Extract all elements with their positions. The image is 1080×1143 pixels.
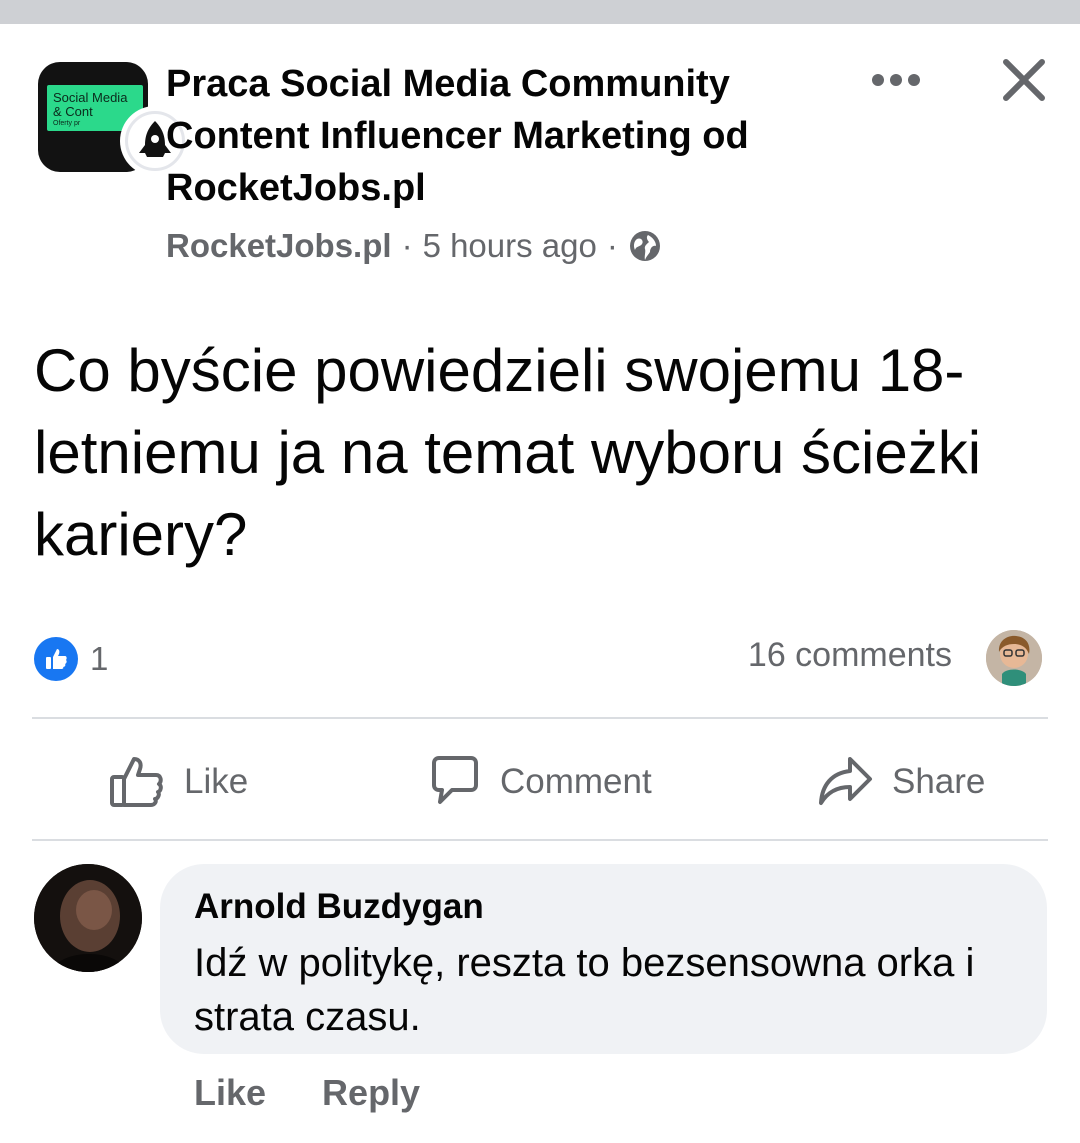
- comment-author-avatar[interactable]: [34, 864, 142, 972]
- like-reaction-icon: [34, 637, 78, 681]
- divider-bottom: [32, 839, 1048, 841]
- post-actions: Like Comment Share: [0, 742, 1080, 822]
- thumbs-up-icon: [110, 757, 163, 807]
- comment-bubble: Arnold Buzdygan Idź w politykę, reszta t…: [160, 864, 1047, 1054]
- reaction-count: 1: [90, 640, 109, 677]
- comment-like-link[interactable]: Like: [194, 1072, 266, 1114]
- speech-bubble-icon: [432, 756, 478, 804]
- comment-author[interactable]: Arnold Buzdygan: [194, 884, 1013, 930]
- avatar-card-line1: Social Media: [53, 90, 128, 105]
- share-label: Share: [892, 762, 986, 801]
- post-meta: RocketJobs.pl · 5 hours ago ·: [166, 224, 662, 268]
- globe-icon: [628, 229, 662, 263]
- more-options-icon[interactable]: [870, 70, 922, 90]
- top-status-strip: [0, 0, 1080, 24]
- divider-top: [32, 717, 1048, 719]
- comment-reply-link[interactable]: Reply: [322, 1072, 420, 1114]
- comment-actions: Like Reply: [194, 1072, 476, 1114]
- comments-count[interactable]: 16 comments: [748, 636, 952, 675]
- share-arrow-icon: [819, 757, 872, 805]
- like-label: Like: [184, 762, 249, 801]
- post-author[interactable]: RocketJobs.pl: [166, 227, 392, 265]
- reactions-summary[interactable]: 1: [34, 634, 108, 684]
- commenter-avatar: [986, 630, 1042, 686]
- group-title[interactable]: Praca Social Media Community Content Inf…: [166, 58, 846, 214]
- comment-button[interactable]: Comment: [428, 742, 652, 822]
- post-time[interactable]: 5 hours ago: [423, 227, 597, 265]
- meta-separator-2: ·: [606, 227, 618, 264]
- comment-label: Comment: [500, 762, 652, 801]
- share-button[interactable]: Share: [818, 742, 985, 822]
- post-text: Co byście powiedzieli swojemu 18-letniem…: [34, 337, 982, 568]
- group-avatar[interactable]: Social Media & Cont Oferty pr: [38, 62, 190, 176]
- comment-text: Idź w politykę, reszta to bezsensowna or…: [194, 941, 975, 1039]
- like-button[interactable]: Like: [108, 742, 248, 822]
- meta-separator: ·: [401, 227, 413, 264]
- close-icon[interactable]: [1000, 56, 1048, 104]
